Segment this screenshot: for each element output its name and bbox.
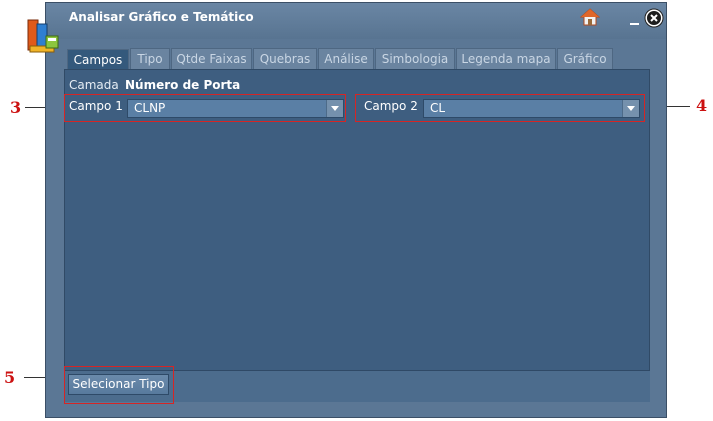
tab-legenda-mapa[interactable]: Legenda mapa xyxy=(456,48,556,69)
campo1-select[interactable]: CLNP xyxy=(127,99,344,118)
title-bar[interactable]: Analisar Gráfico e Temático xyxy=(46,3,666,39)
home-icon[interactable] xyxy=(579,8,601,26)
campo2-label: Campo 2 xyxy=(364,99,418,113)
campo2-value: CL xyxy=(430,101,446,115)
selecionar-tipo-button[interactable]: Selecionar Tipo xyxy=(68,374,169,395)
tab-grafico[interactable]: Gráfico xyxy=(557,48,613,69)
tab-simbologia[interactable]: Simbologia xyxy=(375,48,455,69)
tab-campos[interactable]: Campos xyxy=(67,49,129,70)
tab-tipo[interactable]: Tipo xyxy=(130,48,170,69)
app-icon xyxy=(22,16,62,56)
campo2-select[interactable]: CL xyxy=(423,99,640,118)
campo1-value: CLNP xyxy=(134,101,166,115)
camada-value: Número de Porta xyxy=(125,78,241,92)
window-title: Analisar Gráfico e Temático xyxy=(69,10,254,24)
camada-label: Camada xyxy=(69,78,119,92)
close-icon[interactable] xyxy=(644,8,664,28)
minimize-icon[interactable] xyxy=(628,12,642,26)
tab-qtde-faixas[interactable]: Qtde Faixas xyxy=(171,48,252,69)
callout-5: 5 xyxy=(4,368,16,387)
chevron-down-icon[interactable] xyxy=(622,100,639,117)
callout-3: 3 xyxy=(10,98,22,117)
campo1-label: Campo 1 xyxy=(69,99,123,113)
tab-quebras[interactable]: Quebras xyxy=(253,48,317,69)
callout-4: 4 xyxy=(696,96,708,115)
chevron-down-icon[interactable] xyxy=(326,100,343,117)
tab-analise[interactable]: Análise xyxy=(318,48,374,69)
